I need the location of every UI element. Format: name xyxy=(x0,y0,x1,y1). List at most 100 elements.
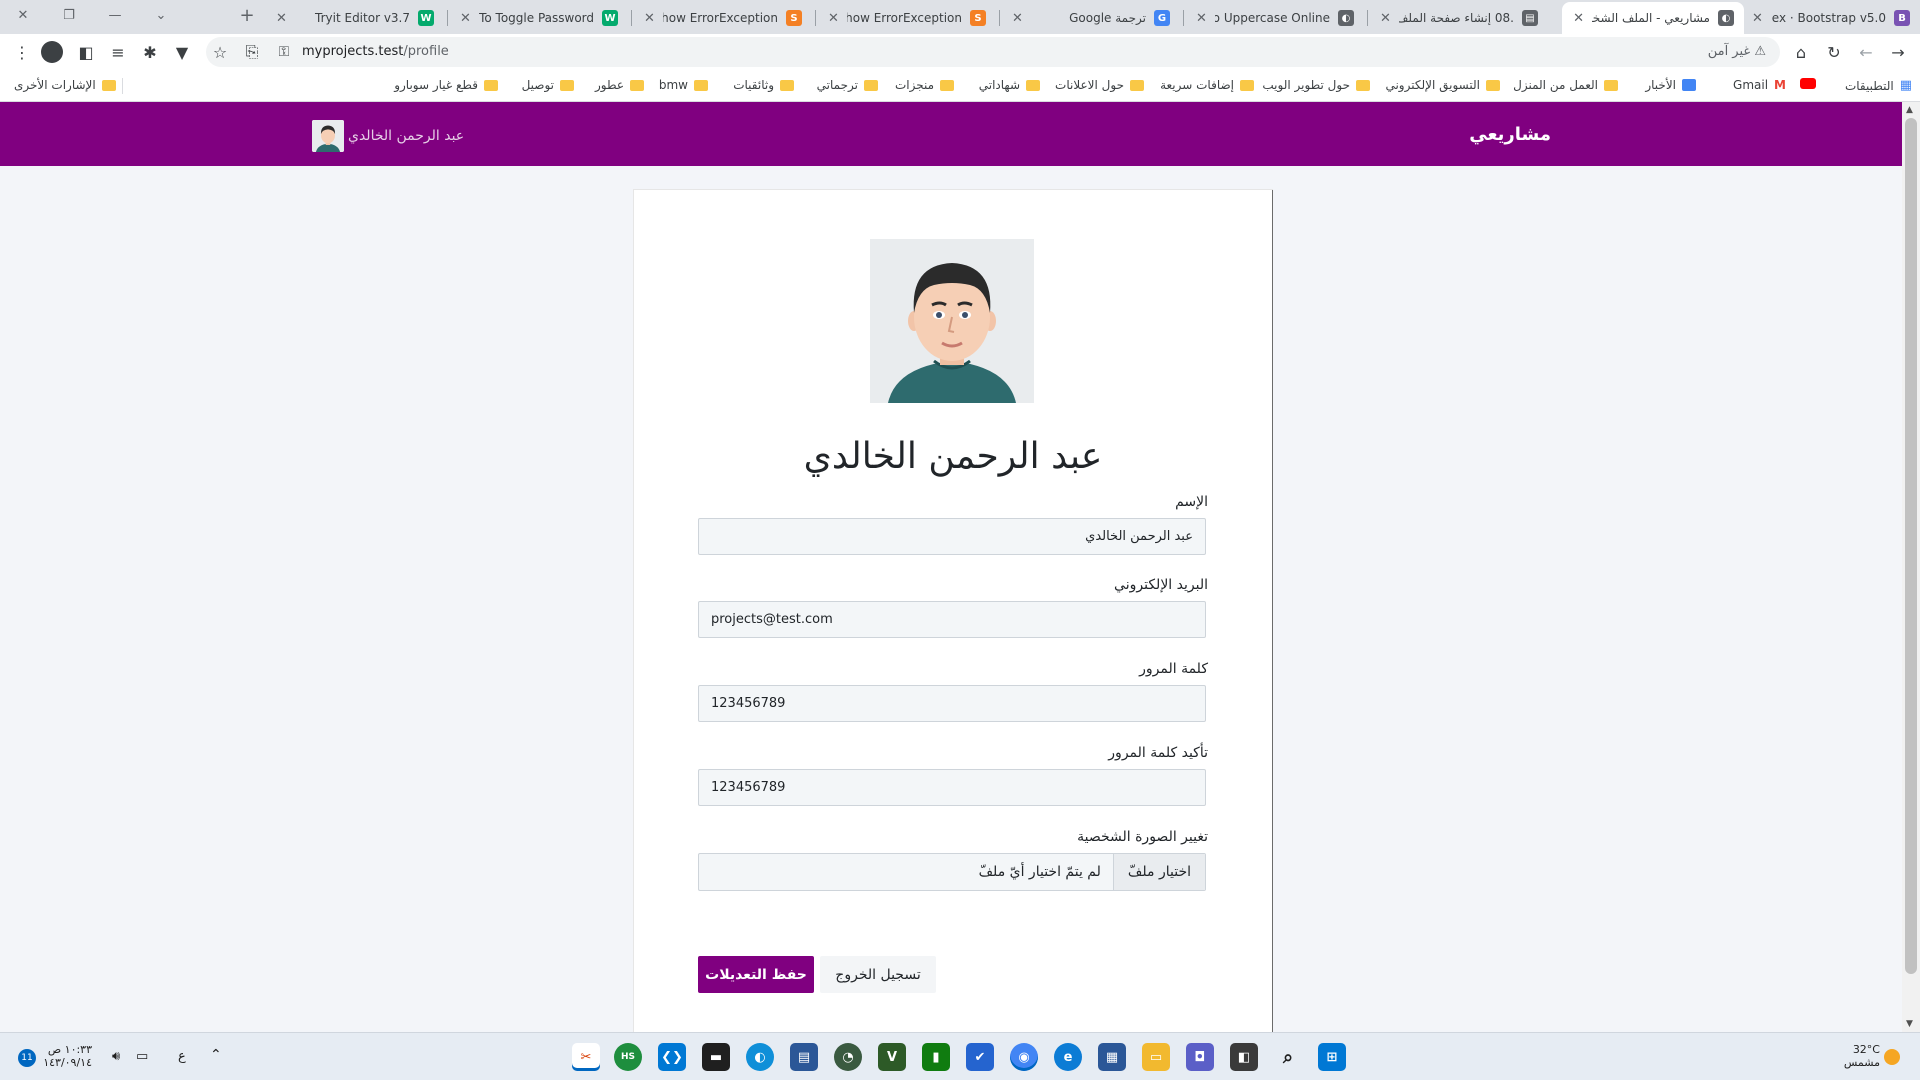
edge-icon[interactable]: e xyxy=(1054,1043,1082,1071)
chat-app-icon[interactable]: ▮ xyxy=(922,1043,950,1071)
hs-app-icon[interactable]: HS xyxy=(614,1043,642,1071)
bookmark-folder[interactable]: شهاداتي xyxy=(979,78,1040,92)
forward-icon[interactable]: → xyxy=(1884,38,1912,66)
browser-tab[interactable]: ▤ .08 إنشاء صفحة الملف ✕ xyxy=(1370,2,1548,34)
bookmark-folder[interactable]: عطور xyxy=(595,78,644,92)
edge-dev-icon[interactable]: ◐ xyxy=(746,1043,774,1071)
close-tab-icon[interactable]: ✕ xyxy=(1380,11,1391,26)
bookmark-folder[interactable]: العمل من المنزل xyxy=(1513,78,1618,92)
close-window-icon[interactable]: ✕ xyxy=(0,0,46,30)
bookmark-youtube[interactable] xyxy=(1800,78,1816,89)
search-icon[interactable]: ⌕ xyxy=(1274,1043,1302,1071)
input-language[interactable]: ع xyxy=(178,1049,186,1064)
weather-widget[interactable]: 32°C مشمس xyxy=(1830,1043,1880,1069)
notification-badge[interactable]: 11 xyxy=(18,1049,36,1067)
bookmark-folder[interactable]: حول الاعلانات xyxy=(1055,78,1144,92)
tab-search-icon[interactable]: ⌄ xyxy=(138,0,184,30)
folder-icon xyxy=(694,79,708,91)
bookmark-folder[interactable]: توصيل xyxy=(522,78,574,92)
url-text[interactable]: myprojects.test/profile xyxy=(302,44,449,59)
extensions-icon[interactable]: ✱ xyxy=(136,38,164,66)
bookmark-folder[interactable]: وثائقيات xyxy=(733,78,794,92)
bookmark-label: شهاداتي xyxy=(978,78,1020,92)
chrome-icon[interactable]: ◉ xyxy=(1010,1043,1038,1071)
bookmark-apps[interactable]: ▦ التطبيقات xyxy=(1845,78,1912,93)
close-tab-icon[interactable]: ✕ xyxy=(1196,11,1207,26)
scroll-down-icon[interactable]: ▼ xyxy=(1906,1019,1913,1029)
clock[interactable]: ١٠:٣٣ ص ١٤٣/٠٩/١٤ xyxy=(43,1043,92,1069)
vim-icon[interactable]: V xyxy=(878,1043,906,1071)
close-tab-icon[interactable]: ✕ xyxy=(1012,11,1023,26)
close-tab-icon[interactable]: ✕ xyxy=(460,11,471,26)
browser-tab[interactable]: S php - Laravel 5 show ErrorException ✕ xyxy=(818,2,996,34)
bookmark-folder[interactable]: bmw xyxy=(659,78,708,92)
scroll-thumb[interactable] xyxy=(1905,118,1917,974)
bookmark-label: الأخبار xyxy=(1645,78,1676,92)
minimize-window-icon[interactable]: — xyxy=(92,0,138,30)
volume-icon[interactable]: 🔊︎ xyxy=(112,1049,120,1064)
photo-file-input[interactable]: اختيار ملفّ لم يتمّ اختيار أيّ ملفّ xyxy=(698,853,1206,891)
page-scrollbar[interactable]: ▲ ▼ xyxy=(1902,102,1920,1032)
site-brand[interactable]: مشاريعي xyxy=(1469,124,1551,145)
choose-file-button[interactable]: اختيار ملفّ xyxy=(1112,854,1205,890)
bookmark-folder[interactable]: ترجماتي xyxy=(817,78,878,92)
name-input[interactable] xyxy=(698,518,1206,555)
bookmark-news[interactable]: الأخبار xyxy=(1645,78,1696,92)
back-icon[interactable]: ← xyxy=(1852,38,1880,66)
browser-tab[interactable]: G ترجمة Google ✕ xyxy=(1002,2,1180,34)
key-icon[interactable]: ⚿ xyxy=(270,38,298,66)
other-bookmarks[interactable]: الإشارات الأخرى xyxy=(14,78,116,92)
file-explorer-icon[interactable]: ▭ xyxy=(1142,1043,1170,1071)
browser-tab[interactable]: S php - Laravel 5 show ErrorException ✕ xyxy=(634,2,812,34)
address-bar[interactable]: ☆ ⎘ ⚿ myprojects.test/profile ⚠ غير آمن xyxy=(206,37,1780,67)
restore-window-icon[interactable]: ❐ xyxy=(46,0,92,30)
new-tab-icon[interactable]: + xyxy=(224,0,270,30)
email-input[interactable] xyxy=(698,601,1206,638)
reload-icon[interactable]: ↻ xyxy=(1820,38,1848,66)
chart-app-icon[interactable]: ◔ xyxy=(834,1043,862,1071)
store-icon[interactable]: ▦ xyxy=(1098,1043,1126,1071)
show-hidden-icons-icon[interactable]: ⌃ xyxy=(210,1047,222,1063)
close-tab-icon[interactable]: ✕ xyxy=(1573,11,1584,26)
install-app-icon[interactable]: ⎘ xyxy=(238,38,266,66)
vpn-extension-icon[interactable]: ▼ xyxy=(168,38,196,66)
password-input[interactable] xyxy=(698,685,1206,722)
browser-tab[interactable]: B Flex · Bootstrap v5.0 ✕ xyxy=(1742,2,1920,34)
todo-icon[interactable]: ✔ xyxy=(966,1043,994,1071)
logout-button[interactable]: تسجيل الخروج xyxy=(820,956,936,993)
bookmark-folder[interactable]: منجزات xyxy=(895,78,954,92)
browser-tab[interactable]: W Tryit Editor v3.7 ✕ xyxy=(266,2,444,34)
browser-tab-active[interactable]: ◐ مشاريعي - الملف الشخصي ✕ xyxy=(1562,2,1744,34)
scroll-up-icon[interactable]: ▲ xyxy=(1906,105,1913,115)
network-icon[interactable]: ▭ xyxy=(136,1049,148,1064)
profile-icon[interactable] xyxy=(38,38,66,66)
security-indicator[interactable]: ⚠ غير آمن xyxy=(1708,44,1766,59)
task-view-icon[interactable]: ◧ xyxy=(1230,1043,1258,1071)
bookmark-folder[interactable]: قطع غيار سوبارو xyxy=(394,78,498,92)
save-changes-button[interactable]: حفظ التعديلات xyxy=(698,956,814,993)
bookmark-gmail[interactable]: M Gmail xyxy=(1733,78,1786,92)
close-tab-icon[interactable]: ✕ xyxy=(1752,11,1763,26)
close-tab-icon[interactable]: ✕ xyxy=(644,11,655,26)
snipping-tool-icon[interactable]: ✂ xyxy=(572,1043,600,1071)
side-panel-icon[interactable]: ◧ xyxy=(72,38,100,66)
name-label: الإسم xyxy=(1175,494,1208,510)
reading-list-icon[interactable]: ≡ xyxy=(104,38,132,66)
bookmark-folder[interactable]: التسويق الإلكتروني xyxy=(1385,78,1500,92)
browser-tab[interactable]: W How To Toggle Password ✕ xyxy=(450,2,628,34)
bookmark-folder[interactable]: إضافات سريعة xyxy=(1160,78,1254,92)
notepad-icon[interactable]: ▤ xyxy=(790,1043,818,1071)
nav-user-menu[interactable]: عبد الرحمن الخالدي xyxy=(312,120,464,152)
menu-icon[interactable]: ⋮ xyxy=(8,38,36,66)
confirm-password-input[interactable] xyxy=(698,769,1206,806)
bookmark-star-icon[interactable]: ☆ xyxy=(206,38,234,66)
start-icon[interactable]: ⊞ xyxy=(1318,1043,1346,1071)
terminal-icon[interactable]: ▬ xyxy=(702,1043,730,1071)
teams-chat-icon[interactable]: ◘ xyxy=(1186,1043,1214,1071)
close-tab-icon[interactable]: ✕ xyxy=(276,11,287,26)
home-icon[interactable]: ⌂ xyxy=(1787,38,1815,66)
bookmark-folder[interactable]: حول تطوير الويب xyxy=(1262,78,1370,92)
close-tab-icon[interactable]: ✕ xyxy=(828,11,839,26)
browser-tab[interactable]: ◐ Text to Uppercase Online ✕ xyxy=(1186,2,1364,34)
vscode-icon[interactable]: ❮❯ xyxy=(658,1043,686,1071)
